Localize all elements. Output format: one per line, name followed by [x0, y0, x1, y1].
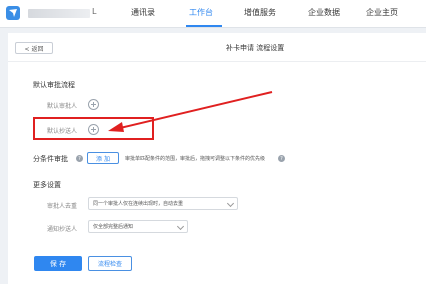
nav-workbench[interactable]: 工作台	[189, 7, 213, 18]
add-condition-button[interactable]: 添 加	[87, 152, 119, 164]
chevron-down-icon	[176, 222, 185, 231]
save-button[interactable]: 保 存	[34, 256, 82, 271]
flow-check-button[interactable]: 流程检查	[88, 256, 132, 271]
main-panel: < 返回 补卡申请 流程设置 默认审批流程 默认审批人 默认抄送人 分条件审批 …	[8, 33, 426, 284]
active-tab-indicator	[186, 25, 222, 27]
notify-cc-label: 通知抄送人	[47, 226, 78, 233]
dedup-value: 同一个审批人仅在连续出现时，自动去重	[93, 201, 184, 207]
dedup-label: 审批人去重	[47, 203, 78, 210]
nav-value-added-services[interactable]: 增值服务	[244, 7, 276, 18]
nav-contacts[interactable]: 通讯录	[131, 7, 155, 18]
more-settings-title: 更多设置	[33, 181, 61, 189]
top-navigation-bar: L 通讯录 工作台 增值服务 企业数据 企业主页	[0, 0, 426, 28]
nav-enterprise-homepage[interactable]: 企业主页	[366, 7, 398, 18]
nav-enterprise-data[interactable]: 企业数据	[308, 7, 340, 18]
app-logo-icon[interactable]	[6, 6, 20, 20]
help-icon[interactable]: ?	[76, 155, 83, 162]
dedup-select[interactable]: 同一个审批人仅在连续出现时，自动去重	[88, 197, 238, 210]
conditional-approval-title: 分条件审批	[33, 155, 68, 163]
notify-cc-select[interactable]: 仅全部完整后通知	[88, 220, 188, 233]
company-name-suffix: L	[92, 7, 97, 16]
company-name-blurred	[28, 9, 90, 18]
help-icon[interactable]: ?	[278, 155, 285, 162]
conditional-description: 审批单匹配条件的范围，审批后，拖拽可调整以下条件的优先级	[125, 156, 266, 162]
chevron-down-icon	[226, 199, 235, 208]
notify-cc-value: 仅全部完整后通知	[93, 224, 134, 230]
